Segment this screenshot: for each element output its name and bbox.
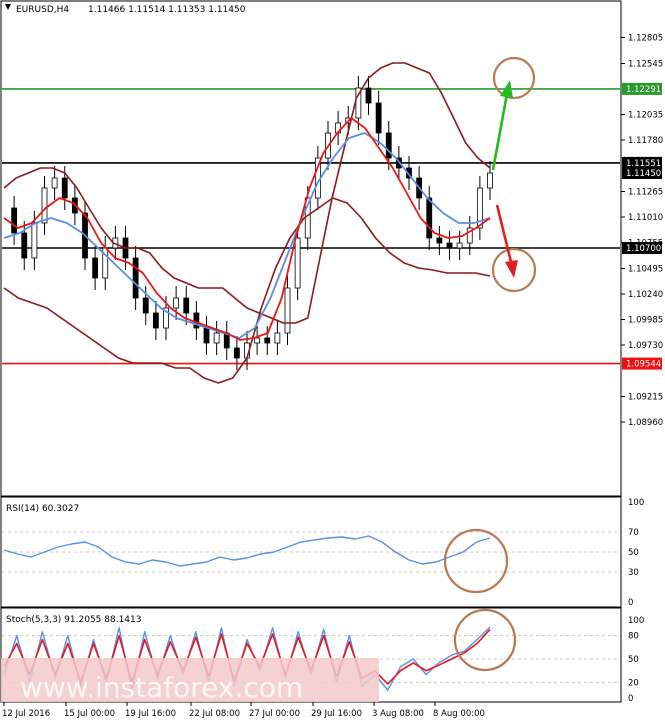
candle-body — [365, 87, 372, 104]
candle-body — [173, 297, 180, 309]
price-tag-label: 1.12291 — [626, 85, 661, 95]
rsi-axis-label: 50 — [628, 548, 639, 558]
candle-body — [446, 242, 453, 249]
rsi-axis-label: 0 — [628, 598, 633, 608]
candle-body — [487, 172, 493, 189]
time-axis-label: 8 Aug 00:00 — [433, 709, 485, 719]
price-axis-label: 1.10495 — [628, 265, 663, 275]
price-axis-label: 1.12035 — [628, 111, 663, 121]
price-axis-label: 1.11780 — [628, 136, 663, 146]
candle-body — [132, 257, 139, 299]
candle-body — [264, 337, 271, 344]
price-axis-label: 1.11265 — [628, 188, 663, 198]
price-axis-label: 1.09215 — [628, 393, 663, 403]
rsi-axis-label: 100 — [628, 498, 644, 508]
candle-body — [436, 237, 443, 244]
rsi-header: RSI(14) 60.3027 — [6, 504, 79, 514]
candle-body — [274, 332, 281, 344]
time-axis-label: 15 Jul 00:00 — [64, 709, 115, 719]
time-axis-label: 29 Jul 16:00 — [311, 709, 362, 719]
stoch-axis-label: 0 — [628, 694, 633, 704]
candle-body — [385, 132, 392, 159]
candle-body — [41, 187, 48, 224]
candle-body — [31, 222, 38, 259]
price-level-tags: 1.122911.115511.114501.107001.09544 — [622, 82, 662, 370]
time-axis-label: 3 Aug 08:00 — [372, 709, 424, 719]
time-axis-label: 22 Jul 08:00 — [189, 709, 240, 719]
stoch-axis-label: 50 — [628, 655, 639, 665]
candle-body — [375, 102, 382, 134]
price-axis-label: 1.10240 — [628, 290, 663, 300]
candle-body — [21, 232, 28, 259]
price-axis-label: 1.11010 — [628, 213, 663, 223]
price-tag-label: 1.09544 — [626, 360, 661, 370]
price-axis-label: 1.09985 — [628, 316, 663, 326]
candle-body — [456, 242, 463, 249]
time-axis-label: 12 Jul 2016 — [2, 709, 50, 719]
candle-body — [61, 177, 68, 199]
time-axis-label: 27 Jul 00:00 — [249, 709, 300, 719]
candle-body — [254, 337, 261, 344]
rsi-axis-label: 70 — [628, 528, 639, 538]
watermark-text: www.instaforex.com — [20, 671, 303, 704]
price-axis-label: 1.09730 — [628, 341, 663, 351]
symbol-label: EURUSD,H4 — [16, 5, 69, 15]
time-axis-label: 19 Jul 16:00 — [125, 709, 176, 719]
candle-body — [11, 207, 18, 234]
candle-body — [152, 312, 159, 329]
candle-body — [203, 327, 210, 344]
stoch-axis-label: 20 — [628, 678, 639, 688]
candle-body — [213, 332, 220, 344]
time-axis-labels: 12 Jul 2016 15 Jul 00:00 19 Jul 16:00 22 Ju… — [2, 702, 485, 719]
ohlc-readout: 1.11466 1.11514 1.11353 1.11450 — [88, 5, 246, 15]
price-tag-label: 1.10700 — [626, 244, 661, 254]
price-axis-label: 1.12545 — [628, 60, 663, 70]
stoch-axis-label: 100 — [628, 616, 644, 626]
stoch-header: Stoch(5,3,3) 91.2055 88.1413 — [6, 615, 141, 625]
candle-body — [51, 177, 58, 189]
candle-body — [92, 257, 99, 279]
price-axis-label: 1.12805 — [628, 34, 663, 44]
candle-body — [294, 237, 301, 289]
stoch-axis-label: 80 — [628, 632, 639, 642]
chart-canvas: 1.12805 1.12545 1.12035 1.11780 1.11265 1.110… — [0, 0, 663, 719]
candle-body — [284, 287, 291, 334]
price-axis-label: 1.08960 — [628, 418, 663, 428]
candle-body — [426, 197, 433, 239]
candle-body — [183, 297, 190, 314]
rsi-axis-label: 30 — [628, 568, 639, 578]
candle-body — [233, 347, 240, 359]
price-tag-label: 1.11450 — [626, 169, 661, 179]
candle-body — [142, 297, 149, 314]
